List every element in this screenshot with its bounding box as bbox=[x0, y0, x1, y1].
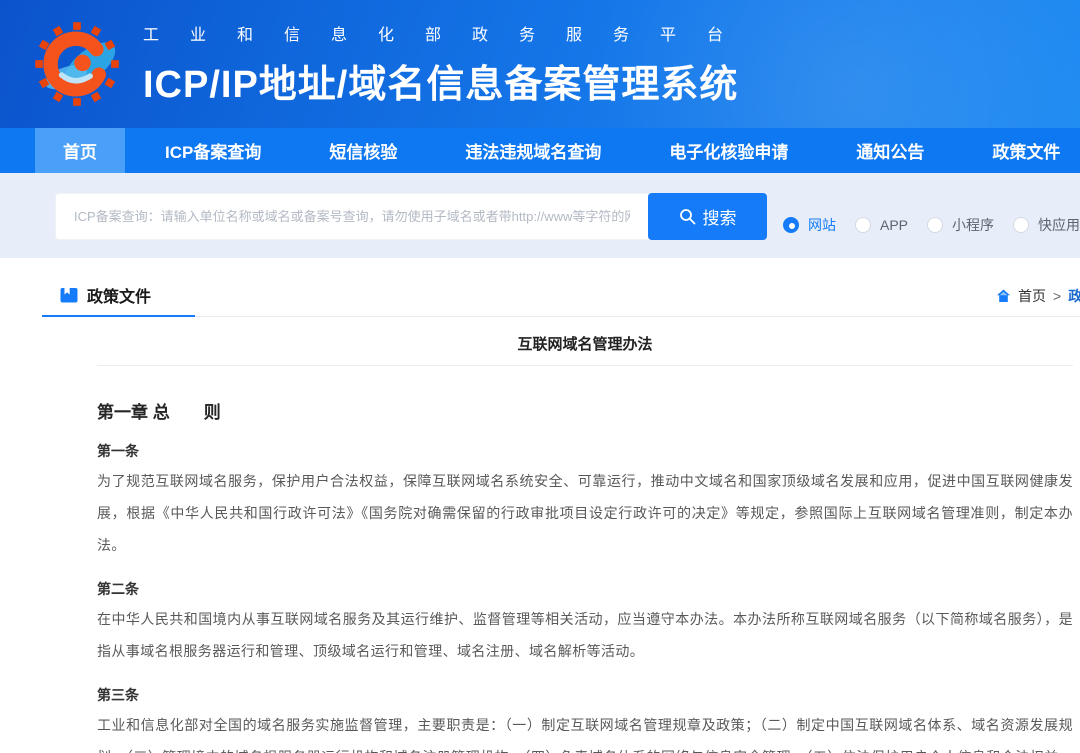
document-title-row: 互联网域名管理办法 bbox=[97, 317, 1073, 366]
miit-gear-logo-icon bbox=[33, 12, 121, 116]
radio-app[interactable]: APP bbox=[855, 217, 908, 233]
radio-app-label: APP bbox=[880, 217, 908, 233]
breadcrumb-home-link[interactable]: 首页 bbox=[1018, 286, 1046, 306]
article-3-label: 第三条 bbox=[97, 681, 1073, 709]
breadcrumb-separator: > bbox=[1053, 288, 1061, 304]
radio-miniprogram[interactable]: 小程序 bbox=[927, 215, 994, 235]
nav-item-notices[interactable]: 通知公告 bbox=[828, 128, 952, 173]
section-header: 政策文件 首页 > 政策文件 bbox=[42, 274, 1080, 317]
search-button[interactable]: 搜索 bbox=[648, 193, 767, 240]
radio-miniprogram-label: 小程序 bbox=[952, 215, 994, 235]
radio-website-label: 网站 bbox=[808, 215, 836, 235]
document-title: 互联网域名管理办法 bbox=[517, 336, 652, 353]
nav-item-home[interactable]: 首页 bbox=[35, 128, 125, 173]
main-content: 政策文件 首页 > 政策文件 互联网域名管理办法 第一章 总 则 第一条 为了规… bbox=[0, 258, 1080, 753]
policy-files-tab[interactable]: 政策文件 bbox=[42, 274, 195, 317]
nav-item-sms-verify[interactable]: 短信核验 bbox=[301, 128, 425, 173]
nav-item-icp-query[interactable]: ICP备案查询 bbox=[137, 128, 289, 173]
search-type-options: 网站 APP 小程序 快应用 bbox=[783, 215, 1080, 235]
radio-quickapp-circle-icon bbox=[1013, 217, 1029, 233]
article-2-text: 在中华人民共和国境内从事互联网域名服务及其运行维护、监督管理等相关活动，应当遵守… bbox=[97, 603, 1073, 667]
article-1: 第一条 为了规范互联网域名服务，保护用户合法权益，保障互联网域名系统安全、可靠运… bbox=[97, 437, 1073, 561]
radio-website-circle-icon bbox=[783, 217, 799, 233]
policy-document: 互联网域名管理办法 第一章 总 则 第一条 为了规范互联网域名服务，保护用户合法… bbox=[97, 317, 1073, 753]
book-icon bbox=[60, 286, 79, 304]
article-3-text: 工业和信息化部对全国的域名服务实施监督管理，主要职责是：（一）制定互联网域名管理… bbox=[97, 709, 1073, 753]
platform-name: 工业和信息化部政务服务平台 bbox=[143, 21, 754, 45]
radio-website[interactable]: 网站 bbox=[783, 215, 836, 235]
article-3: 第三条 工业和信息化部对全国的域名服务实施监督管理，主要职责是：（一）制定互联网… bbox=[97, 681, 1073, 753]
article-2: 第二条 在中华人民共和国境内从事互联网域名服务及其运行维护、监督管理等相关活动，… bbox=[97, 575, 1073, 667]
brand: 工业和信息化部政务服务平台 ICP/IP地址/域名信息备案管理系统 bbox=[0, 0, 1080, 128]
system-title: ICP/IP地址/域名信息备案管理系统 bbox=[143, 53, 754, 108]
header-banner: 工业和信息化部政务服务平台 ICP/IP地址/域名信息备案管理系统 bbox=[0, 0, 1080, 128]
radio-app-circle-icon bbox=[855, 217, 871, 233]
nav-item-electronic-verify[interactable]: 电子化核验申请 bbox=[641, 128, 816, 173]
nav-item-illegal-domain-query[interactable]: 违法违规域名查询 bbox=[437, 128, 629, 173]
radio-quickapp-label: 快应用 bbox=[1038, 215, 1080, 235]
search-button-label: 搜索 bbox=[703, 204, 737, 229]
nav-item-policy-files[interactable]: 政策文件 bbox=[964, 128, 1080, 173]
search-icon bbox=[679, 208, 696, 225]
radio-miniprogram-circle-icon bbox=[927, 217, 943, 233]
breadcrumb-current[interactable]: 政策文件 bbox=[1068, 286, 1080, 306]
home-icon bbox=[996, 289, 1011, 303]
article-2-label: 第二条 bbox=[97, 575, 1073, 603]
icp-search-input[interactable] bbox=[55, 193, 648, 240]
breadcrumb: 首页 > 政策文件 bbox=[996, 286, 1080, 306]
main-nav: 首页 ICP备案查询 短信核验 违法违规域名查询 电子化核验申请 通知公告 政策… bbox=[0, 128, 1080, 173]
radio-quickapp[interactable]: 快应用 bbox=[1013, 215, 1080, 235]
section-title: 政策文件 bbox=[87, 283, 151, 307]
article-1-label: 第一条 bbox=[97, 437, 1073, 465]
chapter-heading: 第一章 总 则 bbox=[97, 398, 1073, 423]
search-section: 搜索 网站 APP 小程序 快应用 bbox=[0, 173, 1080, 258]
article-1-text: 为了规范互联网域名服务，保护用户合法权益，保障互联网域名系统安全、可靠运行，推动… bbox=[97, 465, 1073, 561]
